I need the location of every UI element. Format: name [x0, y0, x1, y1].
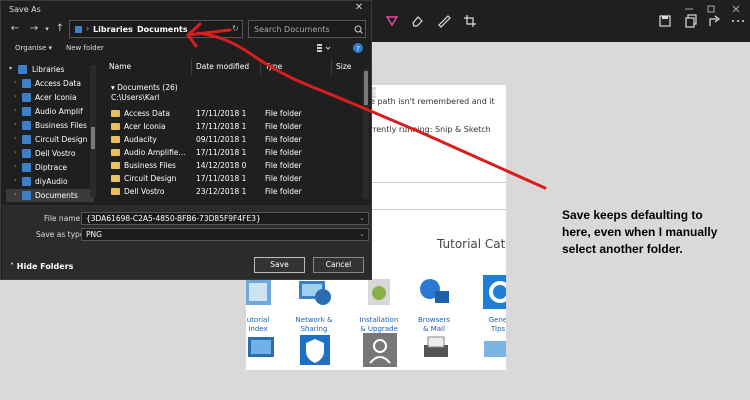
red-arrow-annotation	[186, 22, 547, 190]
arrow-stroke	[196, 31, 547, 190]
